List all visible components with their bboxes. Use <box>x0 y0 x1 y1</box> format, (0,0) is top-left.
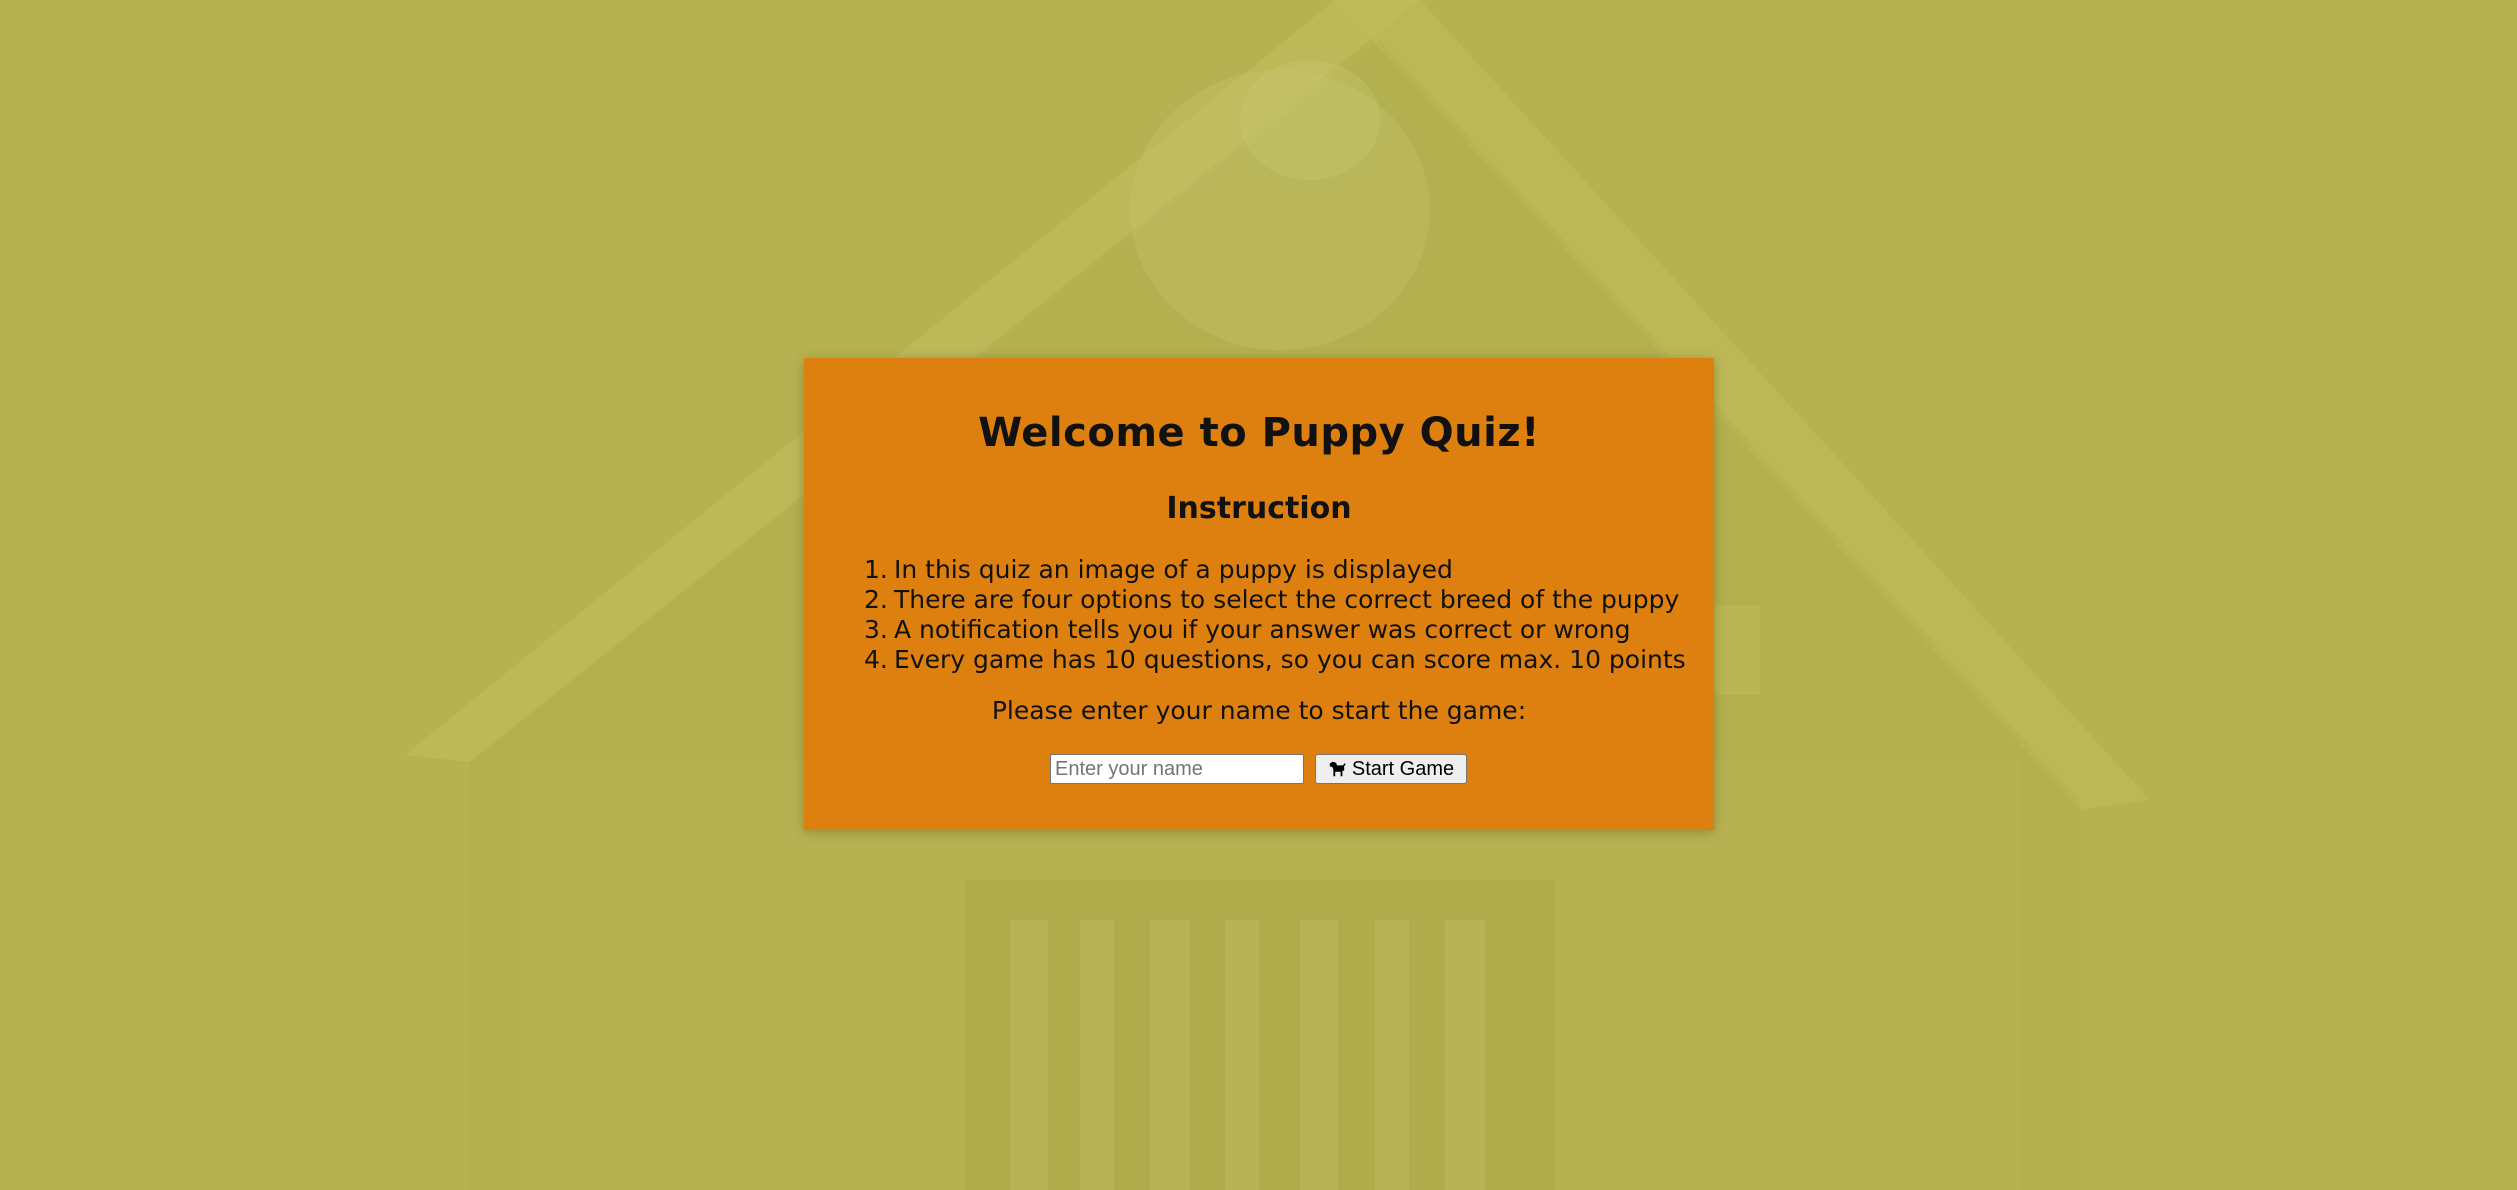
list-item: 1. In this quiz an image of a puppy is di… <box>864 555 1686 585</box>
name-input[interactable] <box>1050 754 1304 784</box>
page-title: Welcome to Puppy Quiz! <box>978 410 1540 456</box>
list-item: 4. Every game has 10 questions, so you ca… <box>864 645 1686 675</box>
list-item-text: In this quiz an image of a puppy is disp… <box>894 555 1453 584</box>
list-item-number: 3. <box>864 615 888 644</box>
list-item-number: 1. <box>864 555 888 584</box>
instruction-list: 1. In this quiz an image of a puppy is di… <box>864 555 1686 675</box>
name-prompt: Please enter your name to start the game… <box>991 696 1527 725</box>
start-game-label: Start Game <box>1351 757 1455 780</box>
welcome-card: Welcome to Puppy Quiz! Instruction 1. In … <box>804 358 1714 830</box>
start-game-button[interactable]: Start Game <box>1315 754 1467 784</box>
dog-icon <box>1328 760 1346 778</box>
list-item-text: A notification tells you if your answer … <box>894 615 1631 644</box>
list-item: 3. A notification tells you if your answe… <box>864 615 1686 645</box>
list-item-text: There are four options to select the cor… <box>894 585 1680 614</box>
list-item-number: 2. <box>864 585 888 614</box>
instruction-heading: Instruction <box>1166 491 1352 526</box>
list-item: 2. There are four options to select the c… <box>864 585 1686 615</box>
list-item-number: 4. <box>864 645 888 674</box>
list-item-text: Every game has 10 questions, so you can … <box>894 645 1686 674</box>
